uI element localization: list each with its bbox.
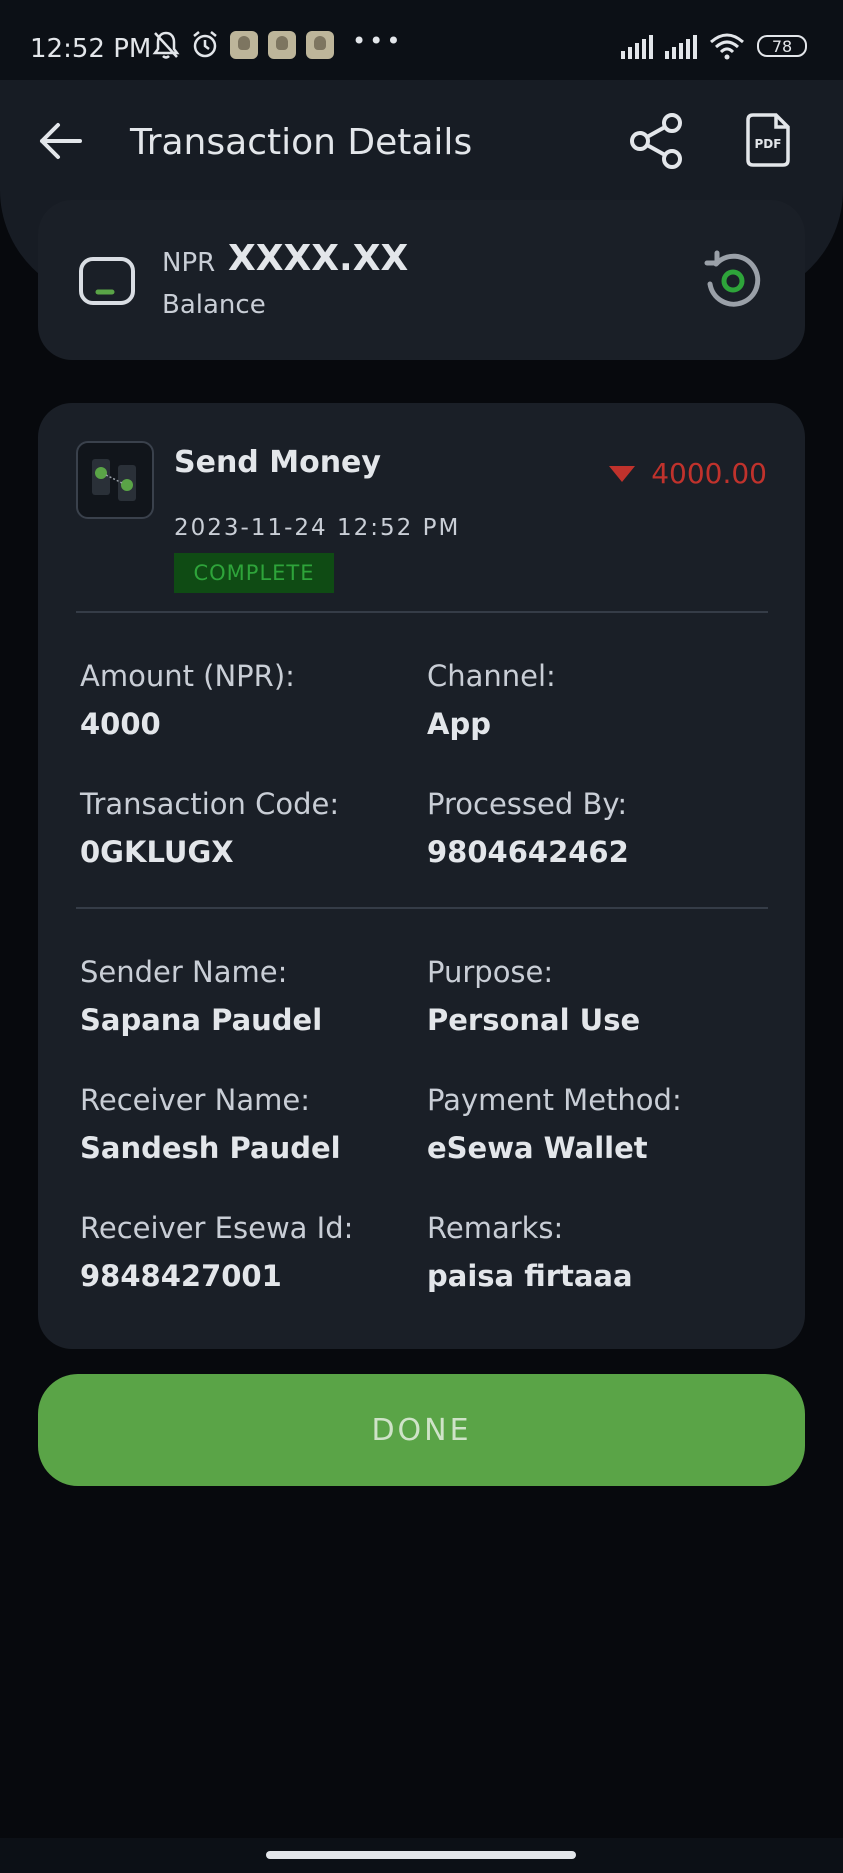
- notification-app-icon: [306, 31, 334, 59]
- wifi-icon: [710, 33, 744, 60]
- refresh-icon[interactable]: [702, 250, 764, 312]
- more-notifications-icon: •••: [352, 27, 404, 55]
- status-time: 12:52 PM: [30, 34, 152, 64]
- balance-card: NPR XXXX.XX Balance: [38, 200, 805, 360]
- receiver-esewa-id-value: 9848427001: [80, 1259, 282, 1293]
- notification-app-icon: [230, 31, 258, 59]
- remarks-label: Remarks:: [427, 1211, 564, 1245]
- sender-name-value: Sapana Paudel: [80, 1003, 323, 1037]
- debit-triangle-icon: [609, 465, 636, 482]
- done-button[interactable]: DONE: [38, 1374, 805, 1486]
- transaction-card: Send Money 4000.00 2023-11-24 12:52 PM C…: [38, 403, 805, 1349]
- mute-bell-icon: [152, 31, 180, 59]
- balance-currency: NPR: [162, 248, 216, 278]
- sender-name-label: Sender Name:: [80, 955, 288, 989]
- divider: [76, 611, 768, 613]
- payment-method-value: eSewa Wallet: [427, 1131, 648, 1165]
- transaction-code-value: 0GKLUGX: [80, 835, 234, 869]
- transaction-datetime: 2023-11-24 12:52 PM: [174, 515, 461, 541]
- receiver-esewa-id-label: Receiver Esewa Id:: [80, 1211, 354, 1245]
- divider: [76, 907, 768, 909]
- home-indicator[interactable]: [266, 1851, 576, 1859]
- page-title: Transaction Details: [130, 122, 473, 163]
- signal-icon: [621, 33, 653, 59]
- purpose-label: Purpose:: [427, 955, 554, 989]
- processed-by-value: 9804642462: [427, 835, 629, 869]
- purpose-value: Personal Use: [427, 1003, 641, 1037]
- transaction-type: Send Money: [174, 445, 381, 480]
- balance-label: Balance: [162, 290, 266, 320]
- svg-text:PDF: PDF: [755, 137, 782, 151]
- alarm-icon: [193, 31, 217, 58]
- share-icon[interactable]: [628, 112, 686, 170]
- transaction-amount: 4000.00: [651, 457, 767, 490]
- back-arrow-icon[interactable]: [36, 116, 86, 166]
- receiver-name-label: Receiver Name:: [80, 1083, 311, 1117]
- remarks-value: paisa firtaaa: [427, 1259, 633, 1293]
- channel-value: App: [427, 707, 491, 741]
- processed-by-label: Processed By:: [427, 787, 628, 821]
- balance-value: XXXX.XX: [228, 238, 409, 279]
- status-badge: COMPLETE: [174, 553, 334, 593]
- battery-icon: 78: [757, 35, 807, 57]
- status-system-icons: 78: [621, 32, 807, 60]
- wallet-icon: [79, 257, 135, 305]
- transaction-amount-row: 4000.00: [607, 457, 767, 490]
- pdf-icon[interactable]: PDF: [744, 112, 792, 168]
- notification-app-icon: [268, 31, 296, 59]
- signal-icon: [665, 33, 697, 59]
- channel-label: Channel:: [427, 659, 556, 693]
- amount-value: 4000: [80, 707, 161, 741]
- transaction-code-label: Transaction Code:: [80, 787, 340, 821]
- status-bar: 12:52 PM ••• 78: [0, 0, 843, 80]
- receiver-name-value: Sandesh Paudel: [80, 1131, 341, 1165]
- send-money-icon: [76, 441, 154, 519]
- status-notification-icons: •••: [152, 27, 404, 60]
- amount-label: Amount (NPR):: [80, 659, 295, 693]
- payment-method-label: Payment Method:: [427, 1083, 682, 1117]
